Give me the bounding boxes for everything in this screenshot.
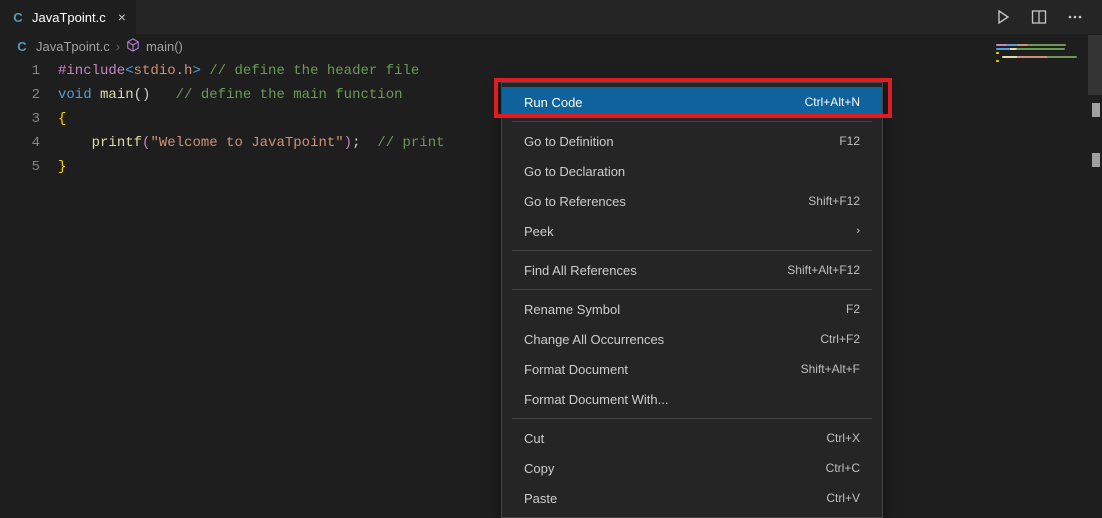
context-menu-separator	[512, 289, 872, 290]
context-menu-item-shortcut: Ctrl+Alt+N	[805, 95, 860, 109]
context-menu-item-label: Go to Declaration	[524, 164, 625, 179]
context-menu-item[interactable]: Copy Ctrl+C	[502, 453, 882, 483]
context-menu-item-shortcut: Ctrl+V	[826, 491, 860, 505]
context-menu-separator	[512, 418, 872, 419]
context-menu-item[interactable]: Go to Definition F12	[502, 126, 882, 156]
context-menu-item-label: Paste	[524, 491, 557, 506]
context-menu: Run CodeCtrl+Alt+NGo to DefinitionF12Go …	[501, 82, 883, 518]
context-menu-item-shortcut: Shift+Alt+F	[801, 362, 860, 376]
context-menu-item-label: Format Document With...	[524, 392, 668, 407]
context-menu-item-label: Peek	[524, 224, 554, 239]
context-menu-item-shortcut: F2	[846, 302, 860, 316]
context-menu-item-label: Format Document	[524, 362, 628, 377]
context-menu-item[interactable]: Rename Symbol F2	[502, 294, 882, 324]
code-line[interactable]: #include<stdio.h> // define the header f…	[58, 59, 1102, 83]
context-menu-item[interactable]: Paste Ctrl+V	[502, 483, 882, 513]
c-file-icon: C	[14, 38, 30, 54]
line-number: 1	[0, 59, 40, 83]
minimap[interactable]	[996, 44, 1084, 84]
symbol-method-icon	[126, 38, 140, 55]
context-menu-item-shortcut: Ctrl+C	[826, 461, 860, 475]
context-menu-separator	[512, 250, 872, 251]
context-menu-item[interactable]: Cut Ctrl+X	[502, 423, 882, 453]
context-menu-item-shortcut: Ctrl+X	[826, 431, 860, 445]
context-menu-item-label: Find All References	[524, 263, 637, 278]
chevron-right-icon: ›	[856, 225, 860, 237]
line-number: 2	[0, 83, 40, 107]
context-menu-item[interactable]: Peek ›	[502, 216, 882, 246]
more-actions-icon[interactable]	[1064, 6, 1086, 28]
context-menu-item-label: Run Code	[524, 95, 583, 110]
context-menu-item-shortcut: Shift+Alt+F12	[787, 263, 860, 277]
context-menu-item[interactable]: Change All Occurrences Ctrl+F2	[502, 324, 882, 354]
line-number: 4	[0, 131, 40, 155]
context-menu-item-shortcut: Ctrl+F2	[820, 332, 860, 346]
editor-tab[interactable]: C JavaTpoint.c ×	[0, 0, 137, 35]
context-menu-item[interactable]: Format Document With...	[502, 384, 882, 414]
context-menu-separator	[512, 121, 872, 122]
context-menu-item-label: Change All Occurrences	[524, 332, 664, 347]
context-menu-item[interactable]: Find All References Shift+Alt+F12	[502, 255, 882, 285]
breadcrumb-symbol: main()	[146, 39, 183, 54]
context-menu-item-label: Rename Symbol	[524, 302, 620, 317]
scrollbar-thumb[interactable]	[1088, 35, 1102, 95]
context-menu-item-label: Go to Definition	[524, 134, 614, 149]
context-menu-item-shortcut: F12	[839, 134, 860, 148]
context-menu-item[interactable]: Go to Declaration	[502, 156, 882, 186]
overview-marker	[1092, 153, 1100, 167]
breadcrumb[interactable]: C JavaTpoint.c › main()	[0, 35, 1102, 57]
context-menu-item-label: Go to References	[524, 194, 626, 209]
c-file-icon: C	[10, 9, 26, 25]
overview-marker	[1092, 103, 1100, 117]
context-menu-item-label: Copy	[524, 461, 554, 476]
split-editor-icon[interactable]	[1028, 6, 1050, 28]
close-tab-icon[interactable]: ×	[112, 9, 126, 25]
context-menu-item[interactable]: Format Document Shift+Alt+F	[502, 354, 882, 384]
context-menu-item-label: Cut	[524, 431, 544, 446]
line-number: 5	[0, 155, 40, 179]
tab-actions	[992, 6, 1102, 28]
line-number-gutter: 12345	[0, 59, 58, 179]
run-icon[interactable]	[992, 6, 1014, 28]
breadcrumb-separator: ›	[116, 39, 120, 54]
context-menu-item-shortcut: Shift+F12	[808, 194, 860, 208]
vertical-scrollbar[interactable]	[1088, 35, 1102, 510]
line-number: 3	[0, 107, 40, 131]
tab-filename: JavaTpoint.c	[32, 10, 106, 25]
tab-bar: C JavaTpoint.c ×	[0, 0, 1102, 35]
context-menu-item[interactable]: Run Code Ctrl+Alt+N	[502, 87, 882, 117]
context-menu-item[interactable]: Go to References Shift+F12	[502, 186, 882, 216]
breadcrumb-file: JavaTpoint.c	[36, 39, 110, 54]
